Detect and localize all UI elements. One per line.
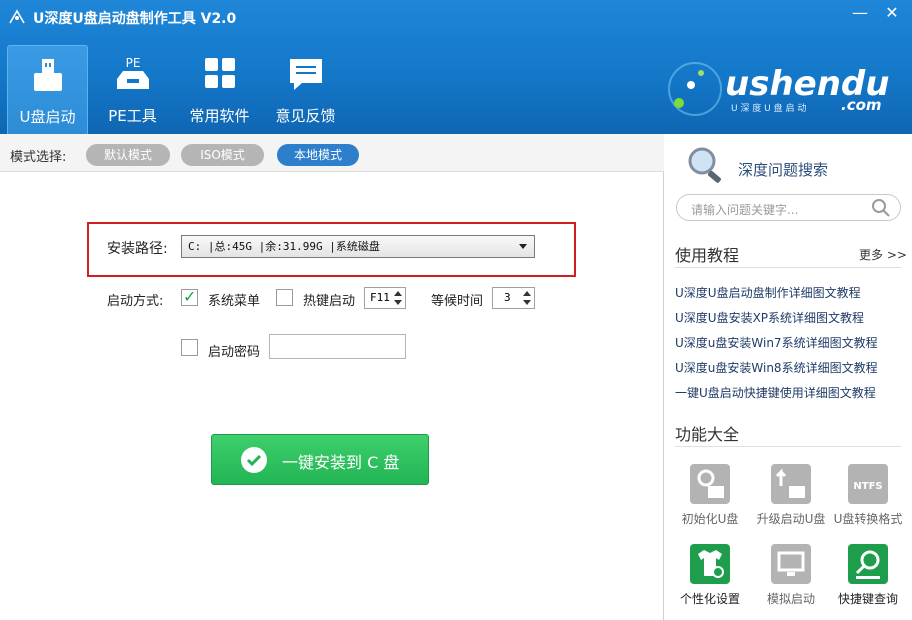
- tool-personalize[interactable]: 个性化设置: [670, 544, 750, 607]
- divider: [675, 267, 901, 268]
- stepper-down-icon[interactable]: [523, 300, 531, 305]
- tab-feedback[interactable]: 意见反馈: [265, 45, 346, 134]
- stepper-up-icon[interactable]: [394, 291, 402, 296]
- search-title: 深度问题搜索: [738, 161, 829, 179]
- wait-time-stepper[interactable]: 3: [492, 287, 535, 309]
- search-icon: [688, 147, 721, 183]
- chevron-down-icon: [519, 244, 527, 249]
- usb-drive-icon: [33, 59, 62, 91]
- window-title: U深度U盘启动盘制作工具 V2.0: [33, 11, 237, 27]
- tutorial-link[interactable]: U深度U盘启动盘制作详细图文教程: [675, 284, 861, 301]
- main-panel: 安装路径: C: |总:45G |余:31.99G |系统磁盘 启动方式: ✓ …: [0, 172, 664, 620]
- pe-badge: PE: [125, 56, 140, 70]
- tool-init-usb[interactable]: 初始化U盘: [670, 464, 750, 527]
- simulate-boot-icon: [771, 544, 811, 584]
- tool-label: 初始化U盘: [681, 512, 739, 526]
- brand-tagline: U 深 度 U 盘 启 动: [731, 102, 806, 114]
- tool-simulate-boot[interactable]: 模拟启动: [751, 544, 831, 607]
- more-tutorials-link[interactable]: 更多 >>: [859, 246, 907, 263]
- pe-tool-icon: PE: [116, 56, 149, 89]
- password-checkbox[interactable]: [181, 339, 198, 356]
- hotkey-checkbox[interactable]: [276, 289, 293, 306]
- install-path-value: C: |总:45G |余:31.99G |系统磁盘: [188, 240, 380, 253]
- mode-bar: 模式选择: 默认模式 ISO模式 本地模式: [0, 134, 664, 172]
- tutorial-link[interactable]: 一键U盘启动快捷键使用详细图文教程: [675, 384, 876, 401]
- mode-local-button[interactable]: 本地模式: [277, 144, 359, 166]
- tab-label: 常用软件: [189, 107, 250, 125]
- tool-hotkey-query[interactable]: 快捷键查询: [828, 544, 908, 607]
- personalize-icon: [690, 544, 730, 584]
- tool-label: 个性化设置: [679, 592, 740, 606]
- hotkey-stepper[interactable]: F11: [364, 287, 406, 309]
- feedback-icon: [289, 59, 322, 90]
- ntfs-badge: NTFS: [853, 481, 882, 492]
- tab-label: PE工具: [108, 107, 157, 125]
- minimize-button[interactable]: —: [845, 2, 875, 24]
- tool-label: 升级启动U盘: [756, 512, 826, 526]
- password-field[interactable]: [269, 334, 406, 359]
- hotkey-query-icon: [848, 544, 888, 584]
- search-submit-icon[interactable]: [871, 198, 891, 218]
- divider: [675, 446, 901, 447]
- mode-label: 模式选择:: [10, 150, 67, 165]
- hotkey-label: 热键启动: [303, 294, 356, 309]
- install-button-label: 一键安装到 C 盘: [282, 453, 400, 472]
- tab-label: U盘启动: [19, 108, 76, 126]
- install-path-label: 安装路径:: [107, 241, 168, 257]
- tab-pe-tools[interactable]: PE PE工具: [92, 45, 173, 134]
- search-placeholder: 请输入问题关键字...: [691, 203, 799, 217]
- close-button[interactable]: ✕: [877, 2, 907, 24]
- tool-ntfs-convert[interactable]: NTFS U盘转换格式: [828, 464, 908, 527]
- tab-usb-boot[interactable]: U盘启动: [7, 45, 88, 134]
- title-bar: U深度U盘启动盘制作工具 V2.0 — ✕: [0, 0, 912, 34]
- system-menu-label: 系统菜单: [208, 294, 261, 309]
- brand-com: .com: [841, 96, 882, 114]
- side-panel: 深度问题搜索 请输入问题关键字... 使用教程 更多 >> U深度U盘启动盘制作…: [665, 134, 912, 620]
- init-usb-icon: [690, 464, 730, 504]
- app-header: U深度U盘启动盘制作工具 V2.0 — ✕ U盘启动 PE PE工具 常用软件 …: [0, 0, 912, 134]
- tool-upgrade-usb[interactable]: 升级启动U盘: [751, 464, 831, 527]
- tutorial-link[interactable]: U深度u盘安装Win7系统详细图文教程: [675, 334, 878, 351]
- system-menu-checkbox[interactable]: ✓: [181, 287, 198, 306]
- tab-common-software[interactable]: 常用软件: [179, 45, 260, 134]
- tutorials-title: 使用教程: [675, 246, 740, 265]
- stepper-up-icon[interactable]: [523, 291, 531, 296]
- password-label: 启动密码: [208, 345, 261, 360]
- upgrade-usb-icon: [771, 464, 811, 504]
- mode-iso-button[interactable]: ISO模式: [181, 144, 264, 166]
- mode-default-button[interactable]: 默认模式: [86, 144, 170, 166]
- search-input[interactable]: 请输入问题关键字...: [676, 194, 901, 221]
- tool-label: U盘转换格式: [833, 512, 903, 526]
- tab-label: 意见反馈: [275, 107, 336, 125]
- stepper-down-icon[interactable]: [394, 300, 402, 305]
- tool-label: 快捷键查询: [837, 592, 898, 606]
- tutorial-link[interactable]: U深度U盘安装XP系统详细图文教程: [675, 309, 864, 326]
- hotkey-value: F11: [370, 291, 390, 304]
- install-button[interactable]: 一键安装到 C 盘: [211, 434, 429, 485]
- check-circle-icon: [241, 447, 267, 473]
- ushendu-logo: ushendu .com U 深 度 U 盘 启 动: [668, 62, 889, 116]
- tool-label: 模拟启动: [766, 592, 815, 606]
- wait-time-label: 等候时间: [431, 294, 484, 309]
- wait-time-value: 3: [504, 291, 511, 304]
- tutorial-link[interactable]: U深度u盘安装Win8系统详细图文教程: [675, 359, 878, 376]
- close-icon: ✕: [885, 3, 899, 22]
- boot-mode-label: 启动方式:: [107, 294, 164, 309]
- ntfs-convert-icon: NTFS: [848, 464, 888, 504]
- functions-title: 功能大全: [675, 425, 740, 444]
- app-logo-icon: [9, 9, 25, 24]
- minimize-icon: —: [852, 3, 868, 22]
- check-icon: ✓: [183, 287, 197, 306]
- apps-grid-icon: [204, 58, 235, 88]
- install-path-select[interactable]: C: |总:45G |余:31.99G |系统磁盘: [181, 235, 535, 258]
